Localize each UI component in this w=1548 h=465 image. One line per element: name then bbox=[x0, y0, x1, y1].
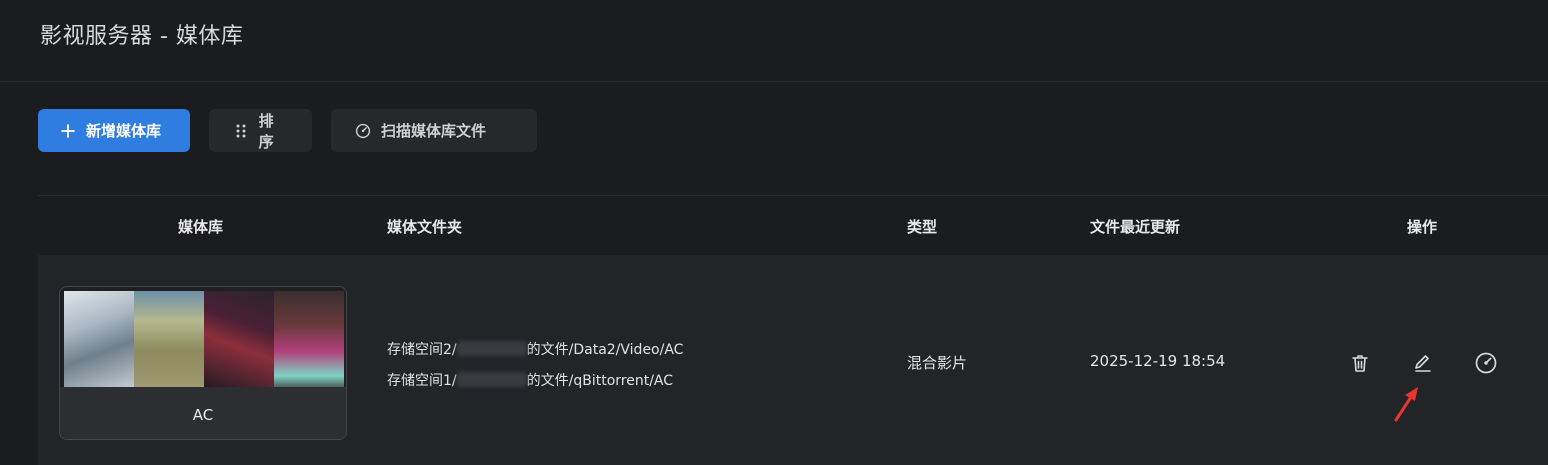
add-library-button[interactable]: 新增媒体库 bbox=[38, 109, 190, 152]
last-updated: 2025-12-19 18:54 bbox=[1090, 352, 1226, 370]
folder-path-prefix: 存储空间1/ bbox=[387, 373, 457, 389]
page-title: 影视服务器 - 媒体库 bbox=[40, 24, 244, 49]
redacted-text bbox=[456, 372, 527, 387]
column-header-library: 媒体库 bbox=[178, 218, 224, 236]
library-cover-card[interactable]: AC bbox=[59, 286, 347, 440]
library-table: 媒体库 媒体文件夹 类型 文件最近更新 操作 AC 存储空间2/的文件/Data… bbox=[38, 195, 1548, 465]
sort-label: 排序 bbox=[258, 111, 274, 151]
redacted-text bbox=[456, 341, 527, 356]
column-header-actions: 操作 bbox=[1407, 218, 1438, 236]
add-library-label: 新增媒体库 bbox=[86, 122, 162, 140]
toolbar: 新增媒体库 排序 扫描媒体库文件 bbox=[38, 109, 537, 152]
table-header: 媒体库 媒体文件夹 类型 文件最近更新 操作 bbox=[38, 196, 1548, 255]
table-row[interactable]: AC 存储空间2/的文件/Data2/Video/AC 存储空间1/的文件/qB… bbox=[38, 255, 1548, 465]
scan-library-label: 扫描媒体库文件 bbox=[381, 122, 487, 140]
column-header-folders: 媒体文件夹 bbox=[387, 218, 463, 236]
library-type: 混合影片 bbox=[907, 354, 968, 372]
scan-gauge-icon bbox=[355, 123, 371, 139]
poster-thumbnail bbox=[64, 291, 134, 391]
drag-handle-icon bbox=[233, 123, 249, 139]
poster-thumbnail bbox=[274, 291, 344, 391]
scan-library-button[interactable]: 扫描媒体库文件 bbox=[331, 109, 537, 152]
edit-icon[interactable] bbox=[1410, 350, 1436, 376]
folder-path-suffix: 的文件/qBittorrent/AC bbox=[526, 373, 674, 389]
folder-path: 存储空间1/的文件/qBittorrent/AC bbox=[387, 370, 673, 390]
scan-icon[interactable] bbox=[1473, 350, 1499, 376]
poster-thumbnail bbox=[204, 291, 274, 391]
trash-icon[interactable] bbox=[1347, 350, 1373, 376]
poster-thumbnail bbox=[134, 291, 204, 391]
library-name: AC bbox=[192, 406, 214, 424]
folder-path: 存储空间2/的文件/Data2/Video/AC bbox=[387, 339, 683, 359]
folder-path-prefix: 存储空间2/ bbox=[387, 342, 457, 358]
sort-button[interactable]: 排序 bbox=[209, 109, 312, 152]
media-library-page: 影视服务器 - 媒体库 新增媒体库 排序 扫描媒体库文件 媒体库 媒体文件夹 类… bbox=[0, 0, 1548, 465]
column-header-type: 类型 bbox=[907, 218, 938, 236]
plus-icon bbox=[60, 123, 76, 139]
folder-path-suffix: 的文件/Data2/Video/AC bbox=[526, 342, 684, 358]
title-bar: 影视服务器 - 媒体库 bbox=[0, 0, 1548, 82]
annotation-arrow-icon bbox=[1394, 387, 1418, 422]
column-header-updated: 文件最近更新 bbox=[1090, 218, 1181, 236]
